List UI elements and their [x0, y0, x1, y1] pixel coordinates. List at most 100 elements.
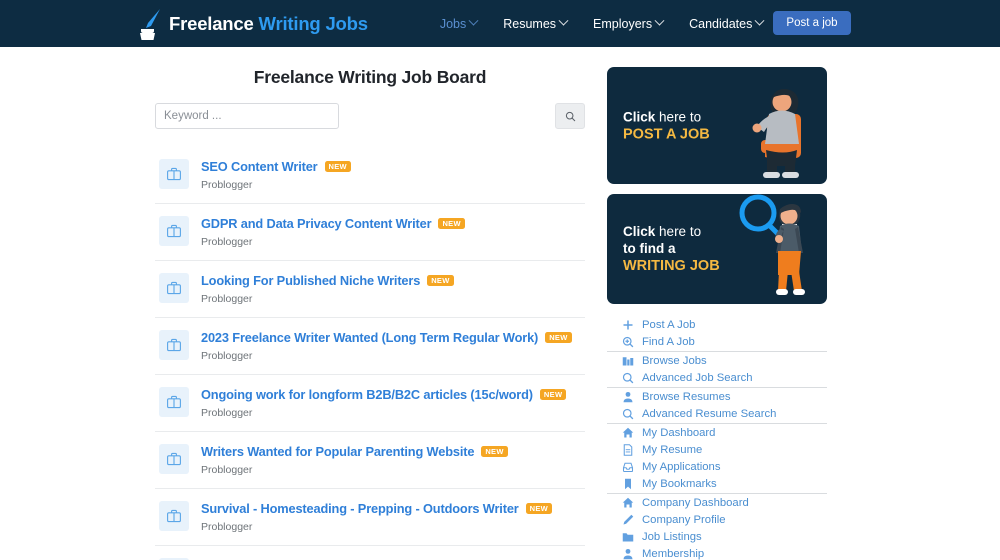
brand-text: Freelance Writing Jobs — [169, 13, 368, 35]
sidebar-item-membership[interactable]: Membership — [607, 545, 827, 560]
banner-post-a-job[interactable]: Click here to POST A JOB — [607, 67, 827, 184]
sidebar-item-label: My Bookmarks — [642, 477, 717, 490]
nav-item-candidates-label: Candidates — [689, 16, 753, 31]
brand-word-primary: Freelance — [169, 12, 254, 34]
post-a-job-button[interactable]: Post a job — [773, 11, 851, 35]
sidebar-item-browse-resumes[interactable]: Browse Resumes — [607, 388, 827, 405]
bookmark-icon — [621, 478, 634, 490]
banner-find-a-job-text: Click here to to find a WRITING JOB — [623, 223, 720, 275]
sidebar-item-my-resume[interactable]: My Resume — [607, 441, 827, 458]
man-sitting-in-chair-illustration — [725, 67, 821, 184]
sidebar-item-label: Company Dashboard — [642, 496, 749, 509]
status-badge: NEW — [545, 332, 572, 343]
job-list-item[interactable]: 2023 Freelance Writer Wanted (Long Term … — [155, 318, 585, 375]
search-icon — [621, 372, 634, 384]
search-button[interactable] — [555, 103, 585, 129]
status-badge: NEW — [427, 275, 454, 286]
sidebar-menu-group: Post A Job Find A Job — [607, 316, 827, 352]
job-list-item[interactable]: GDPR and Data Privacy Content Writer NEW P… — [155, 204, 585, 261]
chevron-down-icon — [468, 15, 479, 26]
user-icon — [621, 548, 634, 560]
search-icon — [621, 408, 634, 420]
sidebar-item-label: Advanced Job Search — [642, 371, 753, 384]
banner-1-line-2: POST A JOB — [623, 125, 710, 142]
nav-item-candidates[interactable]: Candidates — [689, 15, 765, 31]
sidebar-item-browse-jobs[interactable]: Browse Jobs — [607, 352, 827, 369]
page-title: Freelance Writing Job Board — [253, 67, 487, 87]
job-title[interactable]: Survival - Homesteading - Prepping - Out… — [201, 501, 519, 516]
job-list-item[interactable]: SEO Content Writer NEW Problogger — [155, 147, 585, 204]
nav-item-jobs[interactable]: Jobs — [439, 15, 479, 31]
nav-item-resumes[interactable]: Resumes — [503, 15, 569, 31]
status-badge: NEW — [525, 503, 553, 514]
job-details: GDPR and Data Privacy Content Writer NEW P… — [201, 215, 465, 248]
sidebar: Click here to POST A JOB Click here to t… — [607, 67, 827, 560]
job-title[interactable]: Looking For Published Niche Writers — [201, 273, 420, 288]
sidebar-item-advanced-job-search[interactable]: Advanced Job Search — [607, 369, 827, 386]
briefcase-icon — [159, 330, 189, 360]
job-details: Writers Wanted for Popular Parenting Web… — [201, 443, 508, 476]
job-list-item[interactable]: Ongoing work for longform B2B/B2C articl… — [155, 375, 585, 432]
sidebar-item-label: Browse Jobs — [642, 354, 707, 367]
job-listings: SEO Content Writer NEW Problogger GDPR and … — [155, 147, 585, 560]
sidebar-item-advanced-resume-search[interactable]: Advanced Resume Search — [607, 405, 827, 422]
sidebar-item-label: Find A Job — [642, 335, 695, 348]
status-badge: NEW — [438, 218, 465, 229]
sidebar-item-label: Job Listings — [642, 530, 702, 543]
nav-item-jobs-label: Jobs — [439, 16, 467, 31]
sidebar-item-my-applications[interactable]: My Applications — [607, 458, 827, 475]
job-title-row: Ongoing work for longform B2B/B2C articl… — [201, 387, 567, 402]
job-title[interactable]: GDPR and Data Privacy Content Writer — [201, 216, 432, 231]
job-list-item[interactable]: Senior Writers Needed for Online Marketi… — [155, 546, 585, 560]
banner-1-line-1: Click here to — [623, 108, 710, 125]
sidebar-item-post-a-job[interactable]: Post A Job — [607, 316, 827, 333]
banner-2-line-3: WRITING JOB — [623, 257, 720, 274]
job-details: 2023 Freelance Writer Wanted (Long Term … — [201, 329, 572, 362]
pencil-icon — [621, 514, 634, 526]
brand-logo[interactable]: Freelance Writing Jobs — [137, 7, 368, 41]
sidebar-menu-group: My Dashboard My Resume My Applications My B… — [607, 424, 827, 494]
search-bar — [155, 103, 585, 129]
status-badge: NEW — [539, 389, 567, 400]
job-list-item[interactable]: Looking For Published Niche Writers NEW Pr… — [155, 261, 585, 318]
brand-word-secondary: Writing Jobs — [258, 12, 368, 34]
chevron-down-icon — [558, 15, 569, 26]
sidebar-item-my-bookmarks[interactable]: My Bookmarks — [607, 475, 827, 492]
sidebar-menu-group: Company Dashboard Company Profile Job List… — [607, 494, 827, 560]
job-title-row: Looking For Published Niche Writers NEW — [201, 273, 454, 288]
building-icon — [621, 355, 634, 367]
search-input[interactable] — [155, 103, 339, 129]
job-title-row: SEO Content Writer NEW — [201, 159, 351, 174]
sidebar-item-label: My Dashboard — [642, 426, 716, 439]
plus-icon — [621, 319, 634, 331]
folder-icon — [621, 531, 634, 543]
sidebar-item-job-listings[interactable]: Job Listings — [607, 528, 827, 545]
sidebar-item-label: Advanced Resume Search — [642, 407, 777, 420]
job-title[interactable]: Writers Wanted for Popular Parenting Web… — [201, 444, 474, 459]
sidebar-item-label: Browse Resumes — [642, 390, 731, 403]
chevron-down-icon — [754, 15, 765, 26]
quill-inkwell-icon — [137, 7, 163, 41]
sidebar-menu-group: Browse Resumes Advanced Resume Search — [607, 388, 827, 424]
job-title[interactable]: 2023 Freelance Writer Wanted (Long Term … — [201, 330, 538, 345]
nav-item-employers[interactable]: Employers — [593, 15, 665, 31]
job-details: Ongoing work for longform B2B/B2C articl… — [201, 386, 567, 419]
job-company: Problogger — [201, 407, 253, 419]
sidebar-item-my-dashboard[interactable]: My Dashboard — [607, 424, 827, 441]
banner-find-a-job[interactable]: Click here to to find a WRITING JOB — [607, 194, 827, 304]
sidebar-item-company-profile[interactable]: Company Profile — [607, 511, 827, 528]
sidebar-item-find-a-job[interactable]: Find A Job — [607, 333, 827, 350]
banner-2-word-thin: here to — [659, 223, 702, 239]
job-company: Problogger — [201, 464, 253, 476]
job-company: Problogger — [201, 179, 253, 191]
job-list-item[interactable]: Survival - Homesteading - Prepping - Out… — [155, 489, 585, 546]
job-title[interactable]: Ongoing work for longform B2B/B2C articl… — [201, 387, 533, 402]
sidebar-item-company-dashboard[interactable]: Company Dashboard — [607, 494, 827, 511]
job-company: Problogger — [201, 236, 253, 248]
job-title-row: 2023 Freelance Writer Wanted (Long Term … — [201, 330, 572, 345]
sidebar-menu-group: Browse Jobs Advanced Job Search — [607, 352, 827, 388]
job-title[interactable]: SEO Content Writer — [201, 159, 318, 174]
job-board-column: Freelance Writing Job Board SEO Content … — [155, 67, 585, 560]
briefcase-icon — [159, 216, 189, 246]
job-list-item[interactable]: Writers Wanted for Popular Parenting Web… — [155, 432, 585, 489]
